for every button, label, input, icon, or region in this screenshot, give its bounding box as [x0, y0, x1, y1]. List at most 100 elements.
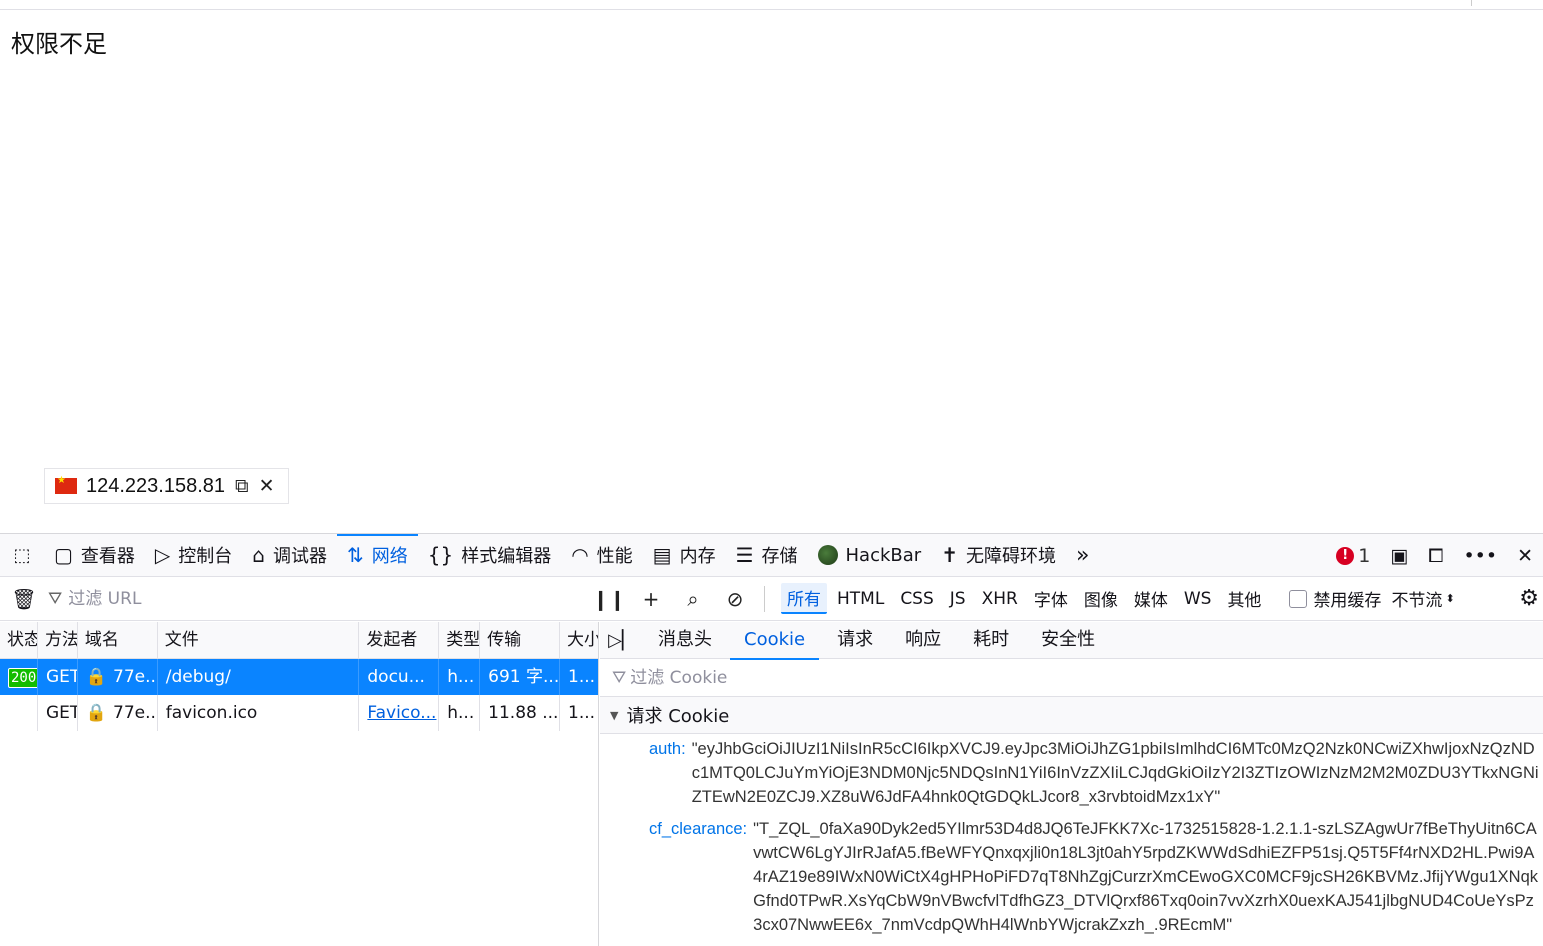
tab-label: 存储 [761, 546, 798, 567]
cell-file: /debug/ [158, 659, 360, 695]
error-count-badge[interactable]: ! 1 [1336, 545, 1370, 567]
tab-performance[interactable]: ◠ 性能 [561, 534, 642, 577]
detail-tab-1[interactable]: Cookie [730, 622, 820, 660]
tab-memory[interactable]: ▤ 内存 [643, 534, 726, 577]
column-header[interactable]: 传输 [480, 622, 561, 658]
request-cookies-section[interactable]: ▼ 请求 Cookie [600, 697, 1543, 734]
type-filter-1[interactable]: HTML [831, 587, 890, 611]
tab-label: 调试器 [273, 546, 327, 567]
detail-tab-3[interactable]: 响应 [891, 622, 955, 659]
trash-icon[interactable]: 🗑 [0, 587, 48, 611]
table-row[interactable]: GET 🔒 77e... favicon.ico Favico... h... 11.88 … [0, 695, 598, 731]
performance-icon: ◠ [571, 543, 589, 567]
detail-tab-2[interactable]: 请求 [823, 622, 887, 659]
more-options-icon[interactable]: ••• [1463, 545, 1497, 567]
accessibility-icon: ✝ [941, 543, 958, 567]
ip-address: 124.223.158.81 [86, 474, 226, 497]
responsive-design-icon[interactable]: ⧠ [1428, 545, 1443, 567]
tab-network[interactable]: ⇅ 网络 [337, 533, 418, 577]
type-filter-8[interactable]: WS [1178, 587, 1218, 611]
detail-tab-4[interactable]: 耗时 [959, 622, 1023, 659]
split-console-icon[interactable]: ▣ [1390, 545, 1408, 567]
tab-label: 查看器 [80, 546, 135, 567]
request-table-header: 状态 方法 域名 文件 发起者 类型 传输 大小 [0, 622, 598, 659]
status-badge: 200 [8, 668, 37, 688]
request-list: 状态 方法 域名 文件 发起者 类型 传输 大小 200 GET 🔒 77e.../debug/do… [0, 622, 599, 946]
cell-initiator: docu... [359, 659, 440, 695]
block-icon[interactable]: ⊘ [714, 587, 756, 611]
gear-icon[interactable]: ⚙ [1519, 586, 1539, 611]
updown-icon: ⬍ [1445, 592, 1455, 605]
tab-storage[interactable]: ☰ 存储 [726, 534, 808, 577]
tab-accessibility[interactable]: ✝ 无障碍环境 [931, 534, 1066, 577]
cookie-name: auth: [649, 740, 686, 758]
tab-debugger[interactable]: ⌂ 调试器 [242, 534, 337, 577]
cookie-cf-clearance[interactable]: cf_clearance: "T_ZQL_0faXa90Dyk2ed5YIlmr… [600, 809, 1543, 937]
pause-icon[interactable]: ❙❙ [588, 587, 630, 611]
cell-type: h... [439, 659, 481, 695]
checkbox-box [1289, 589, 1308, 608]
tab-console[interactable]: ▷ 控制台 [145, 534, 242, 577]
request-details: ▷▏ 消息头Cookie请求响应耗时安全性 ⛛ ▼ 请求 Cookie auth… [600, 622, 1543, 946]
disable-cache-checkbox[interactable]: 禁用缓存 [1289, 586, 1381, 611]
storage-icon: ☰ [735, 543, 754, 567]
network-icon: ⇅ [347, 543, 364, 567]
cell-size: 1... [568, 667, 596, 687]
detail-tab-5[interactable]: 安全性 [1027, 622, 1109, 659]
cell-method: GET [38, 695, 78, 731]
type-filter-3[interactable]: JS [944, 587, 972, 611]
column-header[interactable]: 方法 [38, 622, 78, 658]
close-devtools-icon[interactable]: ✕ [1517, 545, 1533, 567]
tab-style-editor[interactable]: {} 样式编辑器 [418, 534, 561, 577]
cell-status: 200 [0, 659, 38, 695]
initiator-link[interactable]: Favico... [367, 703, 436, 723]
cell-initiator: Favico... [359, 695, 440, 731]
type-filter-9[interactable]: 其他 [1221, 584, 1267, 613]
debugger-icon: ⌂ [252, 543, 265, 567]
type-filter-5[interactable]: 字体 [1028, 584, 1074, 613]
expand-triangle-icon: ▼ [610, 708, 619, 722]
type-filter-7[interactable]: 媒体 [1128, 584, 1174, 613]
copy-icon[interactable]: ⧉ [235, 475, 249, 497]
column-header[interactable]: 大小 [560, 622, 598, 658]
china-flag-icon [55, 475, 77, 494]
add-request-icon[interactable]: + [630, 587, 672, 611]
type-filter-6[interactable]: 图像 [1078, 584, 1124, 613]
type-filters: 所有 HTML CSS JS XHR 字体 图像 媒体 WS 其他 [779, 583, 1269, 614]
tab-label: 控制台 [178, 546, 233, 567]
error-icon: ! [1336, 546, 1355, 565]
column-header[interactable]: 文件 [158, 622, 360, 658]
cookie-filter-input[interactable] [630, 667, 1231, 688]
type-filter-2[interactable]: CSS [894, 587, 939, 611]
column-header[interactable]: 状态 [0, 622, 38, 658]
cookie-value: "T_ZQL_0faXa90Dyk2ed5YIlmr53D4d8JQ6TeJFK… [753, 820, 1539, 934]
page-message: 权限不足 [11, 30, 107, 58]
throttle-select[interactable]: 不节流 ⬍ [1391, 586, 1454, 611]
column-header[interactable]: 发起者 [359, 622, 440, 658]
tab-label: 性能 [596, 546, 633, 567]
search-icon[interactable]: ⌕ [672, 587, 714, 611]
cookie-name: cf_clearance: [649, 820, 748, 838]
table-row[interactable]: 200 GET 🔒 77e.../debug/docu... h... 691 字... 1… [0, 659, 598, 695]
detail-tab-0[interactable]: 消息头 [644, 622, 726, 659]
more-tools-icon[interactable]: » [1066, 534, 1099, 577]
tab-inspector[interactable]: ▢ 查看器 [44, 534, 145, 577]
column-header[interactable]: 域名 [78, 622, 158, 658]
cookie-auth[interactable]: auth: "eyJhbGciOiJIUzI1NiIsInR5cCI6IkpXV… [600, 734, 1543, 809]
tab-hackbar[interactable]: HackBar [808, 534, 932, 577]
column-header[interactable]: 类型 [439, 622, 481, 658]
cell-size: 1... [568, 703, 596, 723]
cell-domain: 🔒 77e... [78, 659, 158, 695]
toggle-sidebar-icon[interactable]: ▷▏ [600, 630, 644, 651]
devtools-tabbar: ⬚ ▢ 查看器 ▷ 控制台 ⌂ 调试器 ⇅ 网络 {} 样式编辑器 ◠ 性能 ▤ 内存 ☰ 存储 HackBar… [0, 533, 1543, 577]
filter-url-input[interactable] [68, 588, 549, 609]
element-picker-icon[interactable]: ⬚ [0, 534, 44, 577]
lock-icon: 🔒 [85, 703, 108, 723]
style-editor-icon: {} [427, 543, 454, 567]
cookie-value: "eyJhbGciOiJIUzI1NiIsInR5cCI6IkpXVCJ9.ey… [691, 740, 1539, 806]
network-toolbar: 🗑 ⛛ ❙❙ + ⌕ ⊘ 所有HTMLCSSJSXHR字体图像媒体WS其他 禁用… [0, 577, 1543, 621]
type-filter-0[interactable]: 所有 [781, 583, 827, 614]
close-icon[interactable]: ✕ [259, 475, 275, 497]
type-filter-4[interactable]: XHR [976, 587, 1024, 611]
tab-label: 网络 [371, 546, 408, 567]
